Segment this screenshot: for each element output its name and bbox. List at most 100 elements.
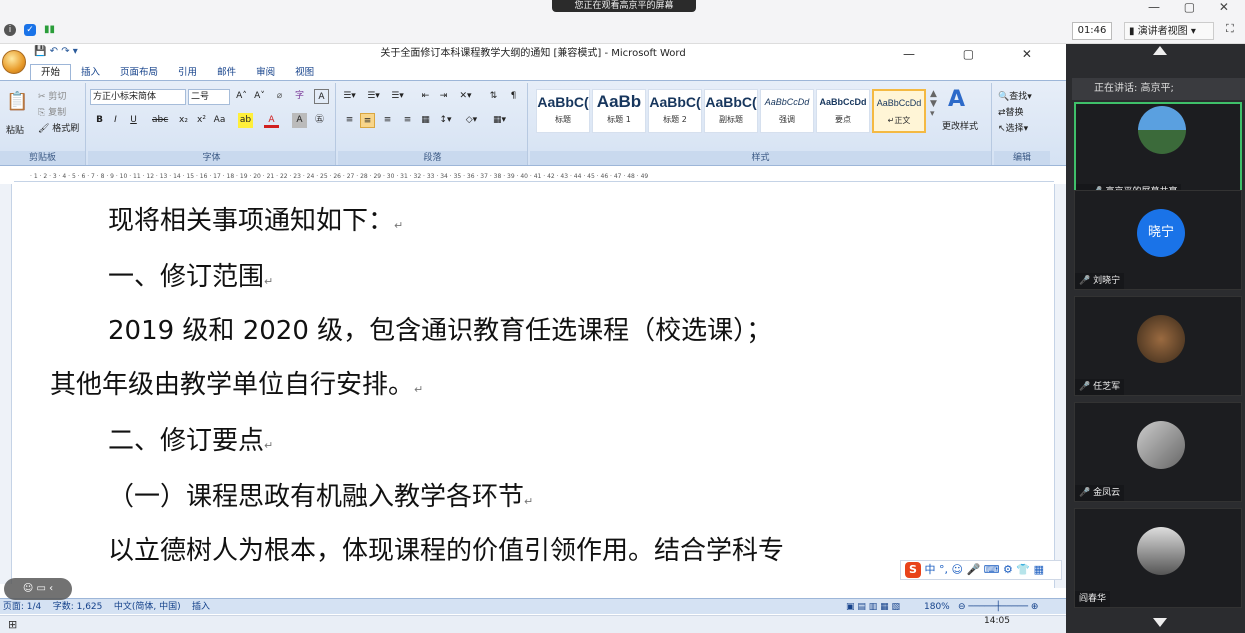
tab-review[interactable]: 审阅 [246,65,285,81]
status-zoom[interactable]: 180% [924,599,950,615]
underline-button[interactable]: U [126,113,141,128]
change-styles-button[interactable]: 更改样式 [942,119,978,132]
multilevel-list-button[interactable]: ☰▾ [390,89,405,104]
tab-page-layout[interactable]: 页面布局 [110,65,168,81]
cut-button[interactable]: ✂ 剪切 [38,89,66,102]
font-color-button[interactable]: A [264,113,279,128]
word-window-controls[interactable]: — ▢ ✕ [903,44,1054,64]
paste-icon[interactable]: 📋 [6,91,28,112]
bullets-button[interactable]: ☰▾ [342,89,357,104]
fullscreen-icon[interactable]: ⛶ [1226,22,1234,36]
participant-tile[interactable]: 🎤 任芝军 [1074,296,1242,396]
participant-tile[interactable]: ▭ 🎤 高京平的屏幕共享 [1074,102,1242,202]
style-subtitle-preview: AaBbC( [705,94,757,110]
align-center-button[interactable]: ≡ [360,113,375,128]
highlight-button[interactable]: ab [238,113,253,128]
grow-font-button[interactable]: A˄ [234,89,249,104]
style-subtitle[interactable]: AaBbC(副标题 [704,89,758,133]
numbering-button[interactable]: ☰▾ [366,89,381,104]
tab-mailings[interactable]: 邮件 [207,65,246,81]
shrink-font-button[interactable]: A˅ [252,89,267,104]
font-size-combo[interactable]: 二号 [188,89,230,105]
shading-button[interactable]: ◇▾ [464,113,479,128]
change-case-button[interactable]: Aa [212,113,227,128]
char-shading-button[interactable]: A [292,113,307,128]
copy-button[interactable]: ⎘ 复制 [38,105,66,118]
bold-button[interactable]: B [92,113,107,128]
screen-share-banner: 您正在观看高京平的屏幕 [552,0,696,12]
enclose-char-button[interactable]: ㊄ [312,113,327,128]
floating-toolbar[interactable]: ☺ ▭ ‹ [4,578,72,600]
subscript-button[interactable]: x₂ [176,113,191,128]
show-marks-button[interactable]: ¶ [506,89,521,104]
font-group-label: 字体 [88,151,335,165]
style-emphasis[interactable]: AaBbCcDd 强调 [760,89,814,133]
paragraph-mark: ↵ [264,275,274,288]
avatar [1137,315,1185,363]
font-name-combo[interactable]: 方正小标宋简体 [90,89,186,105]
style-heading-2[interactable]: AaBbC(标题 2 [648,89,702,133]
replace-button[interactable]: ⇄替换 [998,105,1024,118]
style-heading-1-name: 标题 1 [607,115,631,124]
paste-button[interactable]: 粘贴 [6,123,24,136]
info-icon[interactable]: i [4,24,16,36]
zoom-slider[interactable]: ⊖ ─────┼───── ⊕ [958,599,1038,615]
office-button-icon[interactable] [2,50,26,74]
format-painter-button[interactable]: 🖌 格式刷 [38,121,79,134]
find-button[interactable]: 🔍查找▾ [998,89,1032,102]
select-button[interactable]: ↖选择▾ [998,121,1028,134]
clear-format-button[interactable]: ⌀ [272,89,287,104]
strikethrough-button[interactable]: abc [152,113,168,128]
align-right-button[interactable]: ≡ [380,113,395,128]
distribute-button[interactable]: ▦ [418,113,433,128]
presenter-view-dropdown[interactable]: ▮ 演讲者视图 ▾ [1124,22,1214,40]
signal-icon[interactable]: ▮▮ [44,24,55,35]
decrease-indent-button[interactable]: ⇤ [418,89,433,104]
tab-insert[interactable]: 插入 [71,65,110,81]
ime-mode[interactable]: 中 [925,563,936,576]
style-title-preview: AaBbC( [537,94,589,110]
participant-tile[interactable]: 晓宁 🎤 刘晓宁 [1074,190,1242,290]
ime-toolbar[interactable]: S 中 °, ☺ 🎤 ⌨ ⚙ 👕 ▦ [900,560,1062,580]
clipboard-group: 📋 粘贴 ✂ 剪切 ⎘ 复制 🖌 格式刷 剪贴板 [0,83,86,165]
start-icon[interactable]: ⊞ [8,618,17,631]
vertical-scrollbar[interactable] [1054,184,1066,588]
tab-view[interactable]: 视图 [285,65,324,81]
borders-button[interactable]: ▦▾ [492,113,507,128]
chinese-layout-button[interactable]: ✕▾ [458,89,473,104]
tab-references[interactable]: 引用 [168,65,207,81]
style-normal[interactable]: AaBbCcDd ↵正文 [872,89,926,133]
char-border-button[interactable]: A [314,89,329,104]
vertical-ruler[interactable] [0,184,12,584]
cut-label: 剪切 [48,92,67,102]
status-page[interactable]: 页面: 1/4 [3,602,41,612]
scroll-down-icon[interactable] [1153,618,1167,627]
shield-icon[interactable]: ✓ [24,24,36,36]
italic-button[interactable]: I [108,113,123,128]
styles-scroll[interactable]: ▲ ▼ ▾ [930,89,937,119]
change-styles-icon[interactable]: A [948,87,965,112]
participant-name: 🎤 金凤云 [1075,485,1125,501]
participant-tile[interactable]: 🎤 金凤云 [1074,402,1242,502]
window-controls[interactable]: — ▢ ✕ [1148,0,1239,14]
tab-home[interactable]: 开始 [30,64,72,81]
view-buttons[interactable]: ▣ ▤ ▥ ▦ ▧ [846,599,900,615]
style-title[interactable]: AaBbC(标题 [536,89,590,133]
status-language[interactable]: 中文(简体, 中国) [114,602,181,612]
phonetic-guide-button[interactable]: 字 [292,89,307,104]
document-page[interactable]: 现将相关事项通知如下：↵ 一、修订范围↵ 2019 级和 2020 级，包含通识… [12,184,1054,588]
line-spacing-button[interactable]: ↕▾ [438,113,453,128]
status-words[interactable]: 字数: 1,625 [53,602,103,612]
style-strong[interactable]: AaBbCcDd 要点 [816,89,870,133]
participant-tile[interactable]: 阎春华 [1074,508,1242,608]
status-mode[interactable]: 插入 [192,602,210,612]
align-left-button[interactable]: ≡ [342,113,357,128]
superscript-button[interactable]: x² [194,113,209,128]
scroll-up-icon[interactable] [1153,46,1167,55]
quick-access-toolbar[interactable]: 💾 ↶ ↷ ▾ [34,46,78,57]
style-heading-1[interactable]: AaBb 标题 1 [592,89,646,133]
justify-button[interactable]: ≡ [400,113,415,128]
increase-indent-button[interactable]: ⇥ [436,89,451,104]
taskbar: ⊞ [0,615,1066,633]
sort-button[interactable]: ⇅ [486,89,501,104]
